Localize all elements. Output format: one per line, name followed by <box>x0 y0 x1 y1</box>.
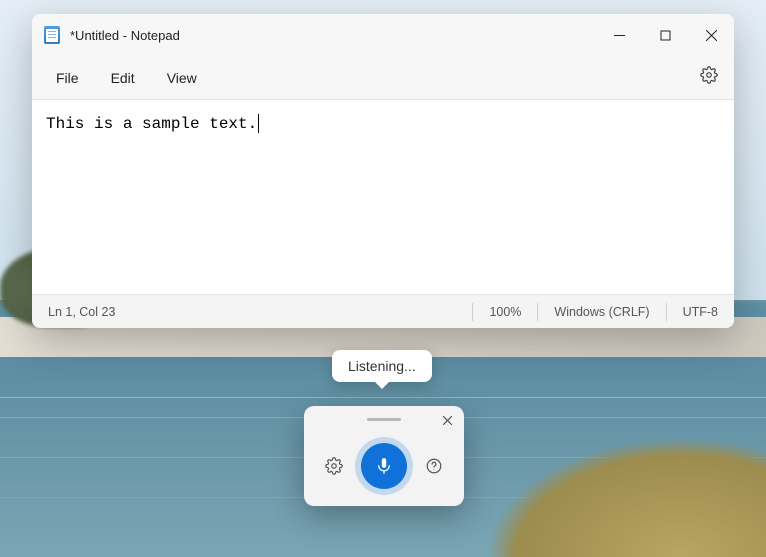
voice-help-button[interactable] <box>421 453 447 479</box>
maximize-button[interactable] <box>642 14 688 56</box>
menu-file[interactable]: File <box>42 64 93 92</box>
status-lineending: Windows (CRLF) <box>538 305 665 319</box>
voice-panel-header[interactable] <box>304 406 464 434</box>
drag-handle[interactable] <box>367 418 401 421</box>
status-encoding: UTF-8 <box>667 305 734 319</box>
status-position: Ln 1, Col 23 <box>32 305 131 319</box>
menu-edit[interactable]: Edit <box>97 64 149 92</box>
voice-tooltip: Listening... <box>332 350 432 382</box>
notepad-window: *Untitled - Notepad File Edit View This … <box>32 14 734 328</box>
microphone-button[interactable] <box>361 443 407 489</box>
menubar: File Edit View <box>32 56 734 100</box>
window-title: *Untitled - Notepad <box>70 28 596 43</box>
voice-settings-button[interactable] <box>321 453 347 479</box>
text-cursor <box>258 114 259 133</box>
voice-close-button[interactable] <box>436 409 458 431</box>
titlebar[interactable]: *Untitled - Notepad <box>32 14 734 56</box>
voice-tooltip-text: Listening... <box>348 358 416 374</box>
status-zoom[interactable]: 100% <box>473 305 537 319</box>
statusbar: Ln 1, Col 23 100% Windows (CRLF) UTF-8 <box>32 294 734 328</box>
settings-button[interactable] <box>694 60 724 95</box>
notepad-icon <box>44 26 60 44</box>
menu-view[interactable]: View <box>153 64 211 92</box>
minimize-button[interactable] <box>596 14 642 56</box>
text-editor[interactable]: This is a sample text. <box>32 100 734 294</box>
close-button[interactable] <box>688 14 734 56</box>
editor-content: This is a sample text. <box>46 115 257 133</box>
voice-typing-panel <box>304 406 464 506</box>
